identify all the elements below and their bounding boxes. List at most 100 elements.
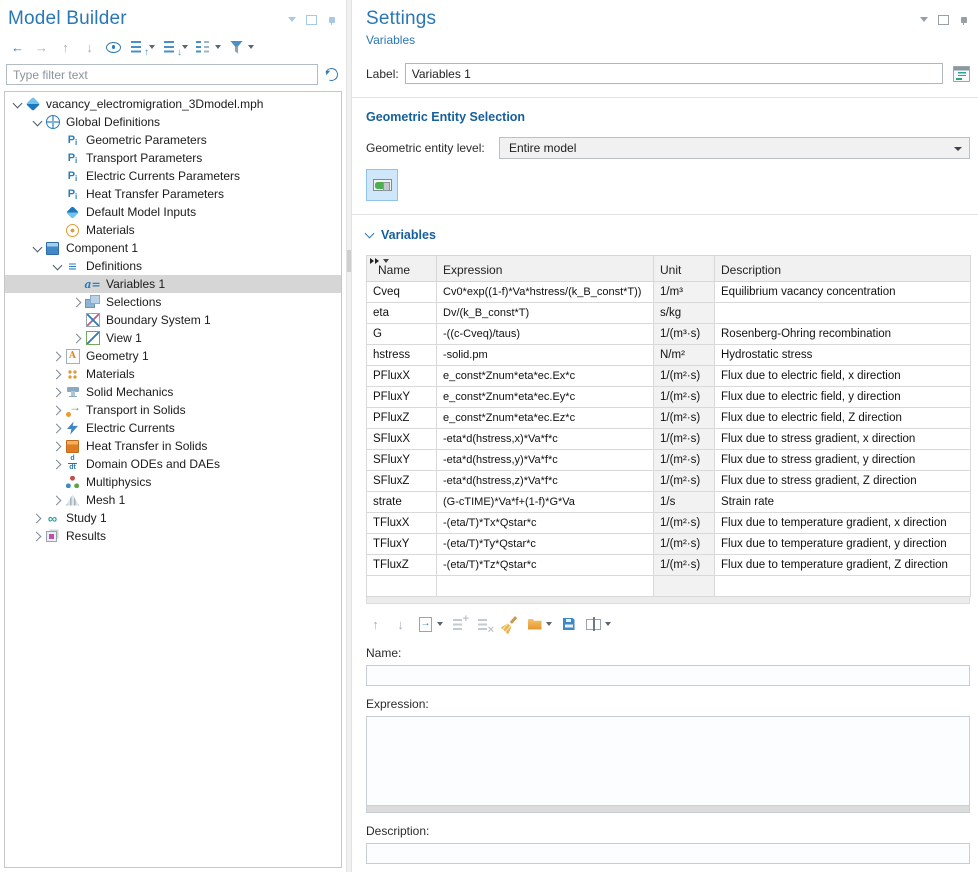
cell-description[interactable]	[715, 576, 971, 597]
cell-description[interactable]	[715, 303, 971, 324]
tree-item[interactable]: Domain ODEs and DAEs	[5, 455, 341, 473]
sort-icon[interactable]	[370, 258, 389, 264]
tree-item[interactable]: Electric Currents	[5, 419, 341, 437]
cell-description[interactable]: Flux due to electric field, y direction	[715, 387, 971, 408]
cell-name[interactable]: G	[367, 324, 437, 345]
cell-description[interactable]: Flux due to electric field, Z direction	[715, 408, 971, 429]
dropdown-caret-icon[interactable]	[182, 45, 188, 49]
tree-item[interactable]: Variables 1	[5, 275, 341, 293]
toolbar-button[interactable]	[416, 615, 444, 634]
cell-expression[interactable]: -solid.pm	[437, 345, 654, 366]
tree-item[interactable]: Global Definitions	[5, 113, 341, 131]
dropdown-caret-icon[interactable]	[383, 259, 389, 263]
cell-expression[interactable]: e_const*Znum*eta*ec.Ey*c	[437, 387, 654, 408]
cell-description[interactable]: Flux due to temperature gradient, y dire…	[715, 534, 971, 555]
tree-chevron-icon[interactable]	[51, 458, 64, 471]
cell-name[interactable]: TFluxX	[367, 513, 437, 534]
column-header-expression[interactable]: Expression	[437, 256, 654, 282]
tree-chevron-icon[interactable]	[51, 494, 64, 507]
dropdown-caret-icon[interactable]	[215, 45, 221, 49]
tree-item[interactable]: vacancy_electromigration_3Dmodel.mph	[5, 95, 341, 113]
cell-name[interactable]: SFluxZ	[367, 471, 437, 492]
tree-item[interactable]: Heat Transfer Parameters	[5, 185, 341, 203]
cell-expression[interactable]: -((c-Cveq)/taus)	[437, 324, 654, 345]
cell-name[interactable]: eta	[367, 303, 437, 324]
tree-chevron-icon[interactable]	[51, 476, 64, 489]
expression-scrollbar[interactable]	[367, 805, 969, 812]
toolbar-button[interactable]	[32, 38, 51, 57]
refresh-icon[interactable]	[323, 66, 340, 83]
node-properties-icon[interactable]	[953, 65, 970, 82]
toolbar-button[interactable]	[366, 615, 385, 634]
tree-chevron-icon[interactable]	[51, 170, 64, 183]
column-header-description[interactable]: Description	[715, 256, 971, 282]
tree-chevron-icon[interactable]	[31, 242, 44, 255]
tree-chevron-icon[interactable]	[71, 314, 84, 327]
tree-item[interactable]: Study 1	[5, 509, 341, 527]
toolbar-button[interactable]	[227, 38, 255, 57]
toolbar-button[interactable]	[450, 615, 469, 634]
tree-item[interactable]: Component 1	[5, 239, 341, 257]
tree-item[interactable]: Geometric Parameters	[5, 131, 341, 149]
tree-item[interactable]: Results	[5, 527, 341, 545]
tree-item[interactable]: Electric Currents Parameters	[5, 167, 341, 185]
label-input[interactable]	[405, 63, 943, 84]
tree-chevron-icon[interactable]	[51, 188, 64, 201]
float-panel-icon[interactable]	[305, 13, 318, 26]
cell-description[interactable]: Hydrostatic stress	[715, 345, 971, 366]
tree-chevron-icon[interactable]	[51, 386, 64, 399]
toolbar-button[interactable]	[559, 615, 578, 634]
toolbar-button[interactable]	[194, 38, 222, 57]
tree-item[interactable]: Transport Parameters	[5, 149, 341, 167]
tree-chevron-icon[interactable]	[51, 368, 64, 381]
tree-chevron-icon[interactable]	[71, 278, 84, 291]
toolbar-button[interactable]	[500, 615, 519, 634]
tree-item[interactable]: Multiphysics	[5, 473, 341, 491]
cell-description[interactable]: Flux due to stress gradient, y direction	[715, 450, 971, 471]
cell-name[interactable]: strate	[367, 492, 437, 513]
tree-chevron-icon[interactable]	[71, 332, 84, 345]
table-scrollbar[interactable]	[366, 597, 970, 604]
tree-chevron-icon[interactable]	[51, 206, 64, 219]
dropdown-caret-icon[interactable]	[248, 45, 254, 49]
tree-chevron-icon[interactable]	[31, 116, 44, 129]
cell-name[interactable]: Cveq	[367, 282, 437, 303]
cell-name[interactable]: PFluxX	[367, 366, 437, 387]
filter-input[interactable]	[6, 64, 318, 85]
tree-chevron-icon[interactable]	[51, 152, 64, 165]
dropdown-caret-icon[interactable]	[149, 45, 155, 49]
entity-level-select[interactable]: Entire model	[499, 137, 970, 159]
collapse-panel-icon[interactable]	[285, 13, 298, 26]
tree-chevron-icon[interactable]	[51, 404, 64, 417]
toolbar-button[interactable]	[56, 38, 75, 57]
tree-item[interactable]: View 1	[5, 329, 341, 347]
cell-name[interactable]: PFluxZ	[367, 408, 437, 429]
toolbar-button[interactable]	[104, 38, 123, 57]
tree-chevron-icon[interactable]	[51, 440, 64, 453]
tree-item[interactable]: Heat Transfer in Solids	[5, 437, 341, 455]
toolbar-button[interactable]	[475, 615, 494, 634]
toolbar-button[interactable]	[391, 615, 410, 634]
dropdown-caret-icon[interactable]	[605, 622, 611, 626]
tree-item[interactable]: Default Model Inputs	[5, 203, 341, 221]
tree-item[interactable]: Mesh 1	[5, 491, 341, 509]
tree-item[interactable]: Solid Mechanics	[5, 383, 341, 401]
collapse-panel-icon[interactable]	[917, 13, 930, 26]
pin-panel-icon[interactable]	[325, 13, 338, 26]
tree-chevron-icon[interactable]	[51, 224, 64, 237]
cell-description[interactable]: Flux due to stress gradient, x direction	[715, 429, 971, 450]
cell-description[interactable]: Flux due to stress gradient, Z direction	[715, 471, 971, 492]
splitter-grip[interactable]	[347, 250, 351, 272]
description-input[interactable]	[366, 843, 970, 864]
tree-chevron-icon[interactable]	[51, 422, 64, 435]
cell-expression[interactable]: -(eta/T)*Tz*Qstar*c	[437, 555, 654, 576]
cell-expression[interactable]: -eta*d(hstress,z)*Va*f*c	[437, 471, 654, 492]
cell-expression[interactable]: -eta*d(hstress,y)*Va*f*c	[437, 450, 654, 471]
tree-item[interactable]: Materials	[5, 365, 341, 383]
dropdown-caret-icon[interactable]	[546, 622, 552, 626]
cell-expression[interactable]: (G-cTIME)*Va*f+(1-f)*G*Va	[437, 492, 654, 513]
toolbar-button[interactable]	[161, 38, 189, 57]
column-header-name[interactable]: Name	[367, 256, 437, 282]
name-input[interactable]	[366, 665, 970, 686]
cell-name[interactable]: hstress	[367, 345, 437, 366]
